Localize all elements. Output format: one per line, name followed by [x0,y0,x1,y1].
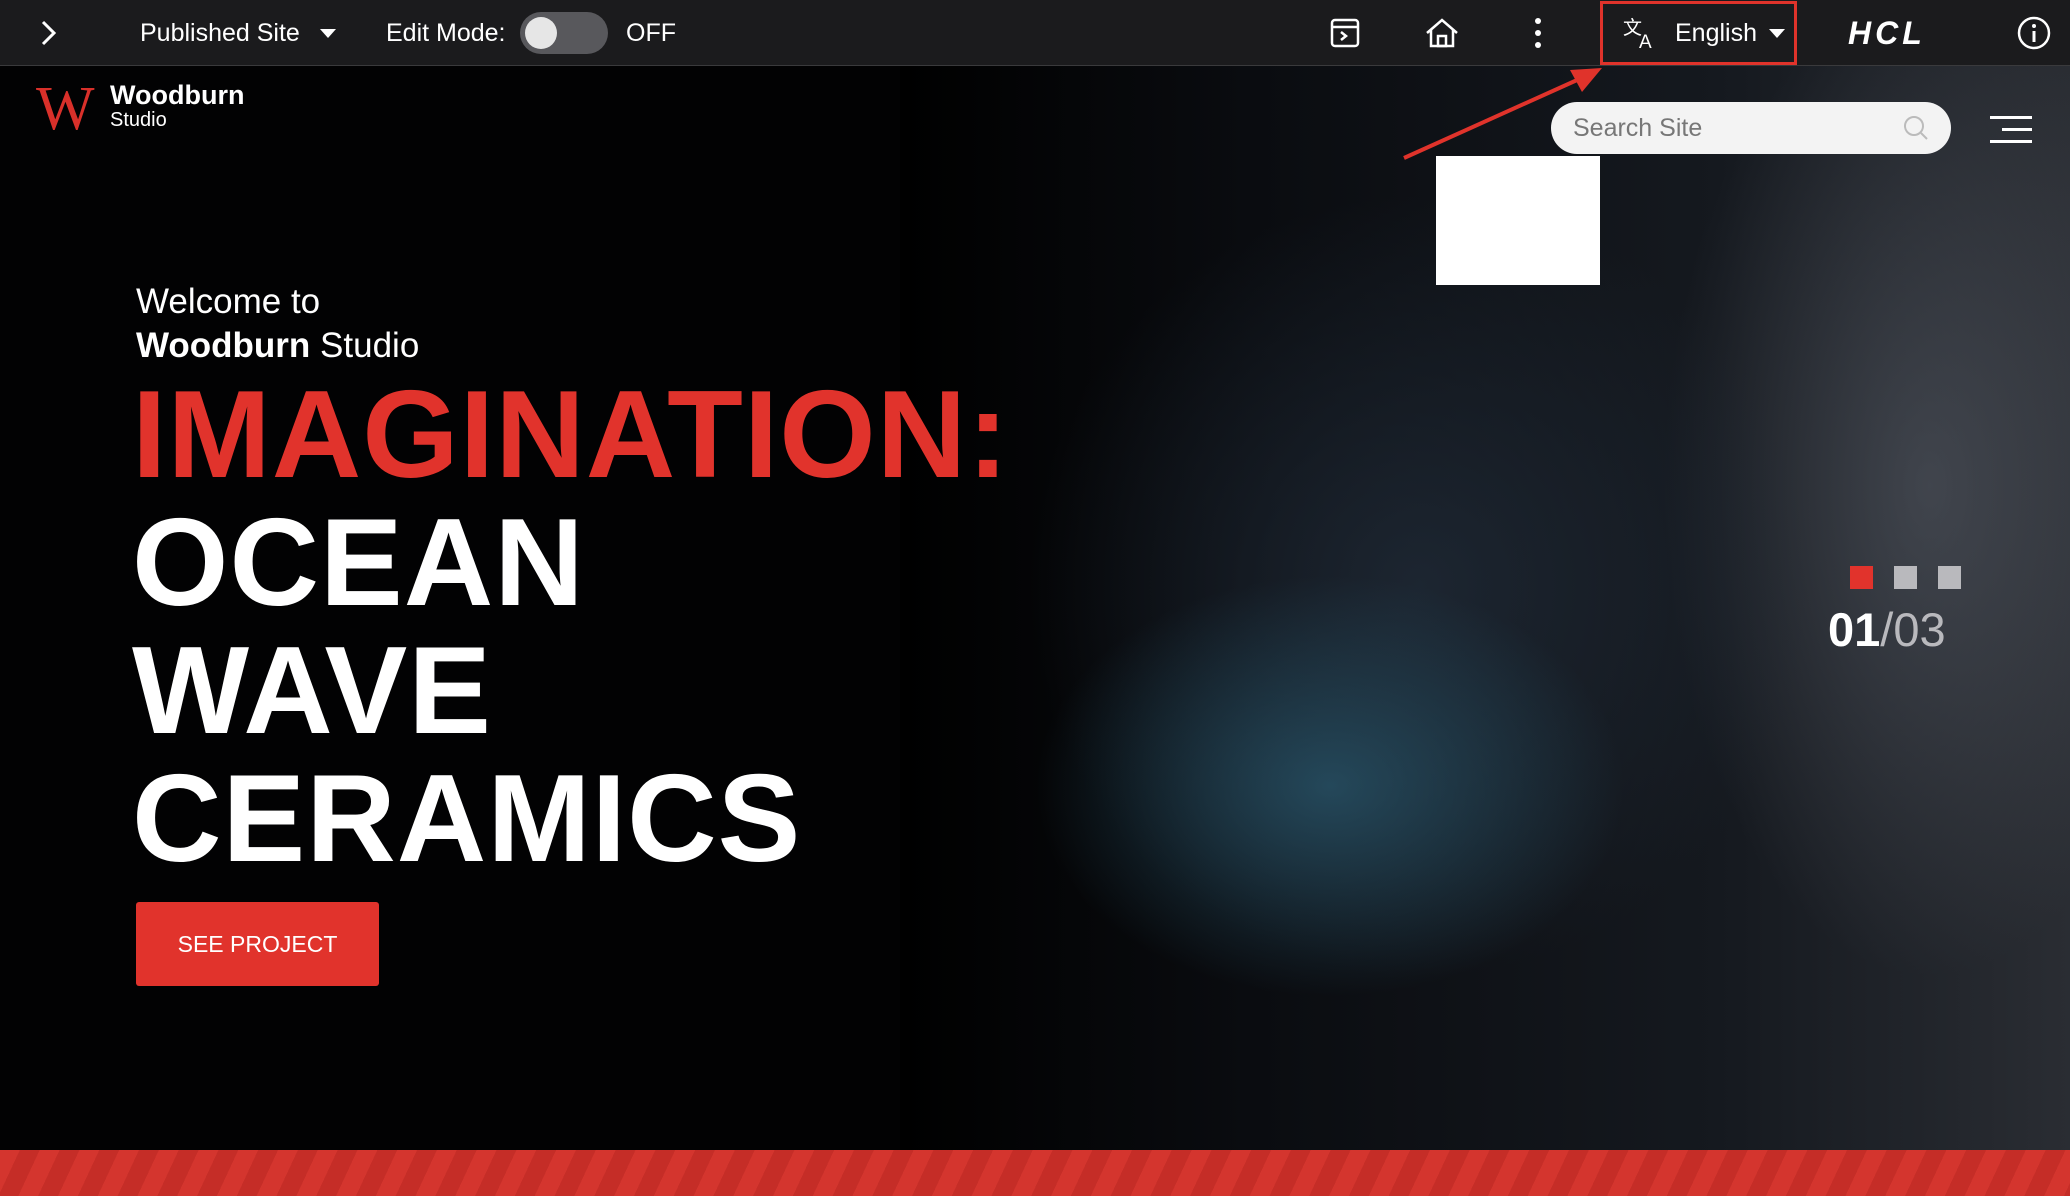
home-button[interactable] [1424,0,1460,66]
logo-mark: W [36,75,95,143]
svg-text:A: A [1639,32,1652,52]
search-icon [1904,116,1928,140]
headline-line-3: CERAMICS [132,750,802,888]
welcome-brand-line: Woodburn Studio [136,326,419,366]
brand-name: Woodburn [110,80,245,110]
see-project-button[interactable]: SEE PROJECT [136,902,379,986]
slide-dot-2[interactable] [1894,566,1917,589]
preview-icon [1330,18,1360,48]
home-icon [1426,18,1458,48]
chevron-right-icon [41,20,57,46]
site-selector[interactable]: Published Site [140,0,336,66]
toggle-knob [525,17,557,49]
hcl-logo: HCL [1848,0,1926,66]
slide-counter: 01/03 [1828,600,1946,660]
edit-mode-state: OFF [626,18,676,47]
brand-logo[interactable]: W Woodburn Studio [0,66,280,146]
expand-sidebar-button[interactable] [38,0,60,66]
language-dropdown-panel [1436,156,1600,285]
edit-mode-label: Edit Mode: [386,18,506,47]
bottom-accent-band [0,1150,2070,1196]
welcome-text: Welcome to [136,282,321,321]
slide-total: /03 [1880,603,1946,656]
info-button[interactable] [2016,0,2052,66]
slide-dot-3[interactable] [1938,566,1961,589]
slide-dot-1[interactable] [1850,566,1873,589]
slide-indicators [1850,566,1961,589]
chevron-down-icon [319,28,336,38]
info-icon [2017,16,2051,50]
hcl-logo-text: HCL [1848,14,1926,51]
edit-mode-toggle[interactable] [520,12,608,54]
brand-subtitle: Studio [110,109,167,131]
more-options-button[interactable] [1528,0,1548,66]
top-toolbar: Published Site Edit Mode: OFF 文 A Englis… [0,0,2070,66]
language-selector[interactable]: 文 A English [1600,1,1797,65]
preview-button[interactable] [1330,0,1360,66]
search-input[interactable]: Search Site [1551,102,1951,154]
welcome-studio: Studio [320,326,420,365]
site-selector-label: Published Site [140,18,300,47]
search-placeholder: Search Site [1573,113,1703,142]
slide-current: 01 [1828,603,1881,656]
chevron-down-icon [1769,28,1785,38]
more-vertical-icon [1535,18,1541,48]
hamburger-menu-icon[interactable] [1990,116,2032,144]
hero-section: W Woodburn Studio Search Site Welcome to… [0,66,2070,1150]
welcome-brand: Woodburn [136,326,311,365]
language-label: English [1675,18,1757,47]
headline-red: IMAGINATION: [132,366,1010,504]
headline-line-1: OCEAN [132,494,585,632]
headline-line-2: WAVE [132,622,492,760]
translate-icon: 文 A [1623,17,1652,52]
